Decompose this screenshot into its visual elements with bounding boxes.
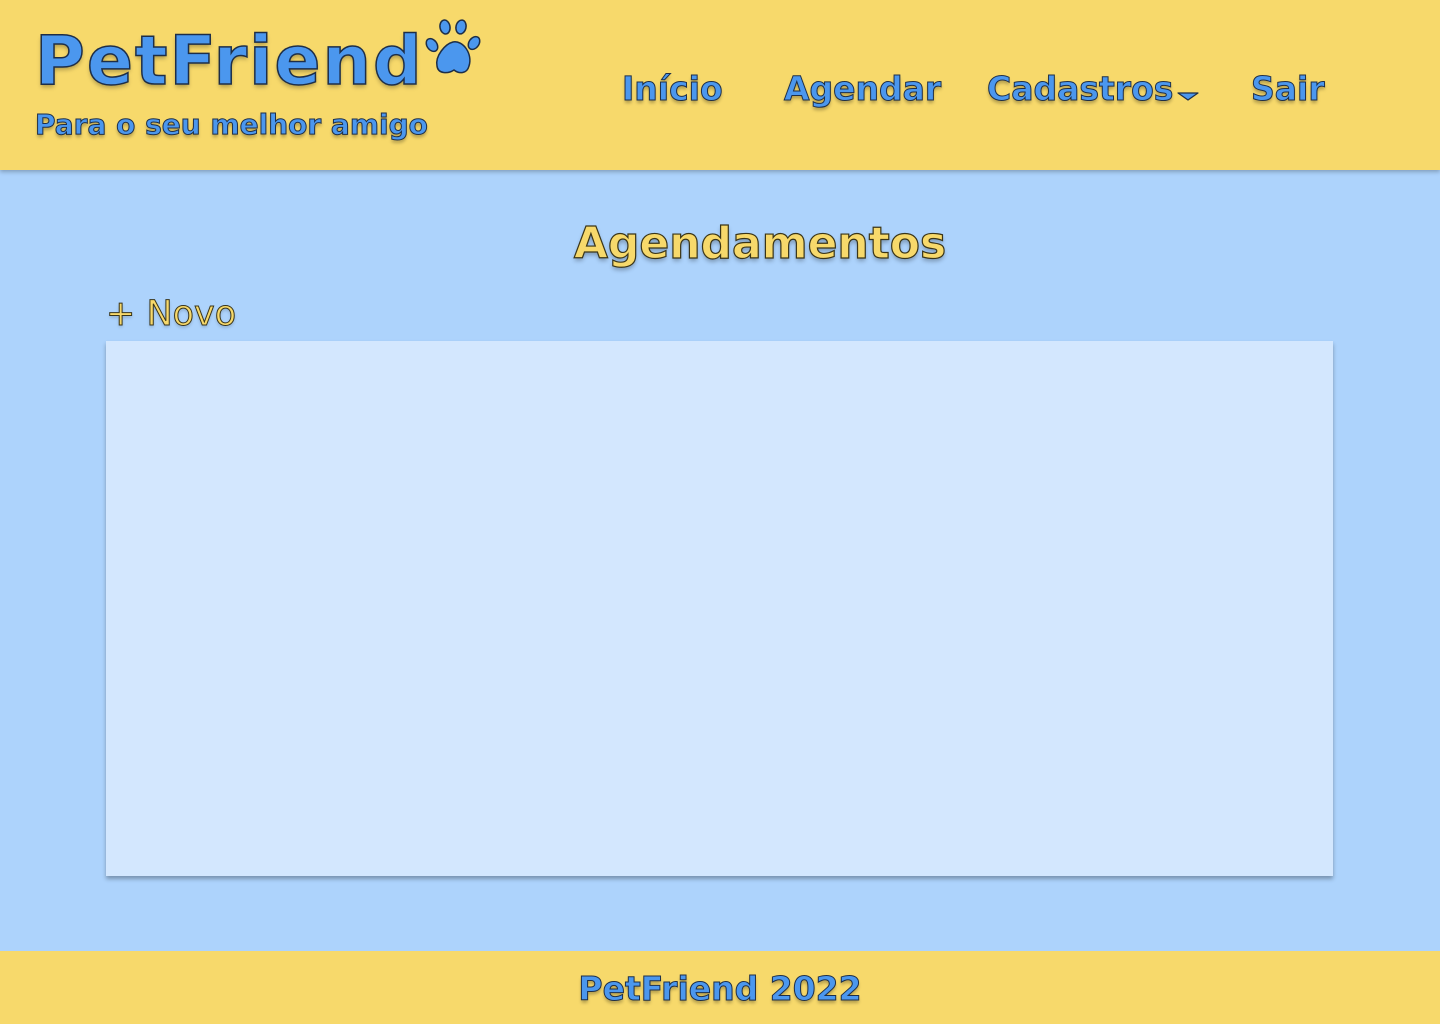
footer: PetFriend 2022 [0,951,1440,1024]
nav-item-sair[interactable]: Sair [1251,66,1326,112]
page-title: Agendamentos [573,217,947,269]
nav-item-agendar[interactable]: Agendar [783,66,941,112]
nav-item-inicio[interactable]: Início [622,66,724,112]
chevron-down-icon[interactable] [1177,91,1199,101]
new-appointment-button[interactable]: + Novo [105,292,236,336]
brand-tagline: Para o seu melhor amigo [35,108,429,142]
footer-text: PetFriend 2022 [578,969,862,1009]
header: PetFriend Para o seu melhor amigo Início… [0,0,1440,170]
main-nav: Início Agendar Cadastros Sair [0,66,1440,112]
nav-item-cadastros[interactable]: Cadastros [986,66,1173,112]
appointments-panel [106,341,1333,876]
